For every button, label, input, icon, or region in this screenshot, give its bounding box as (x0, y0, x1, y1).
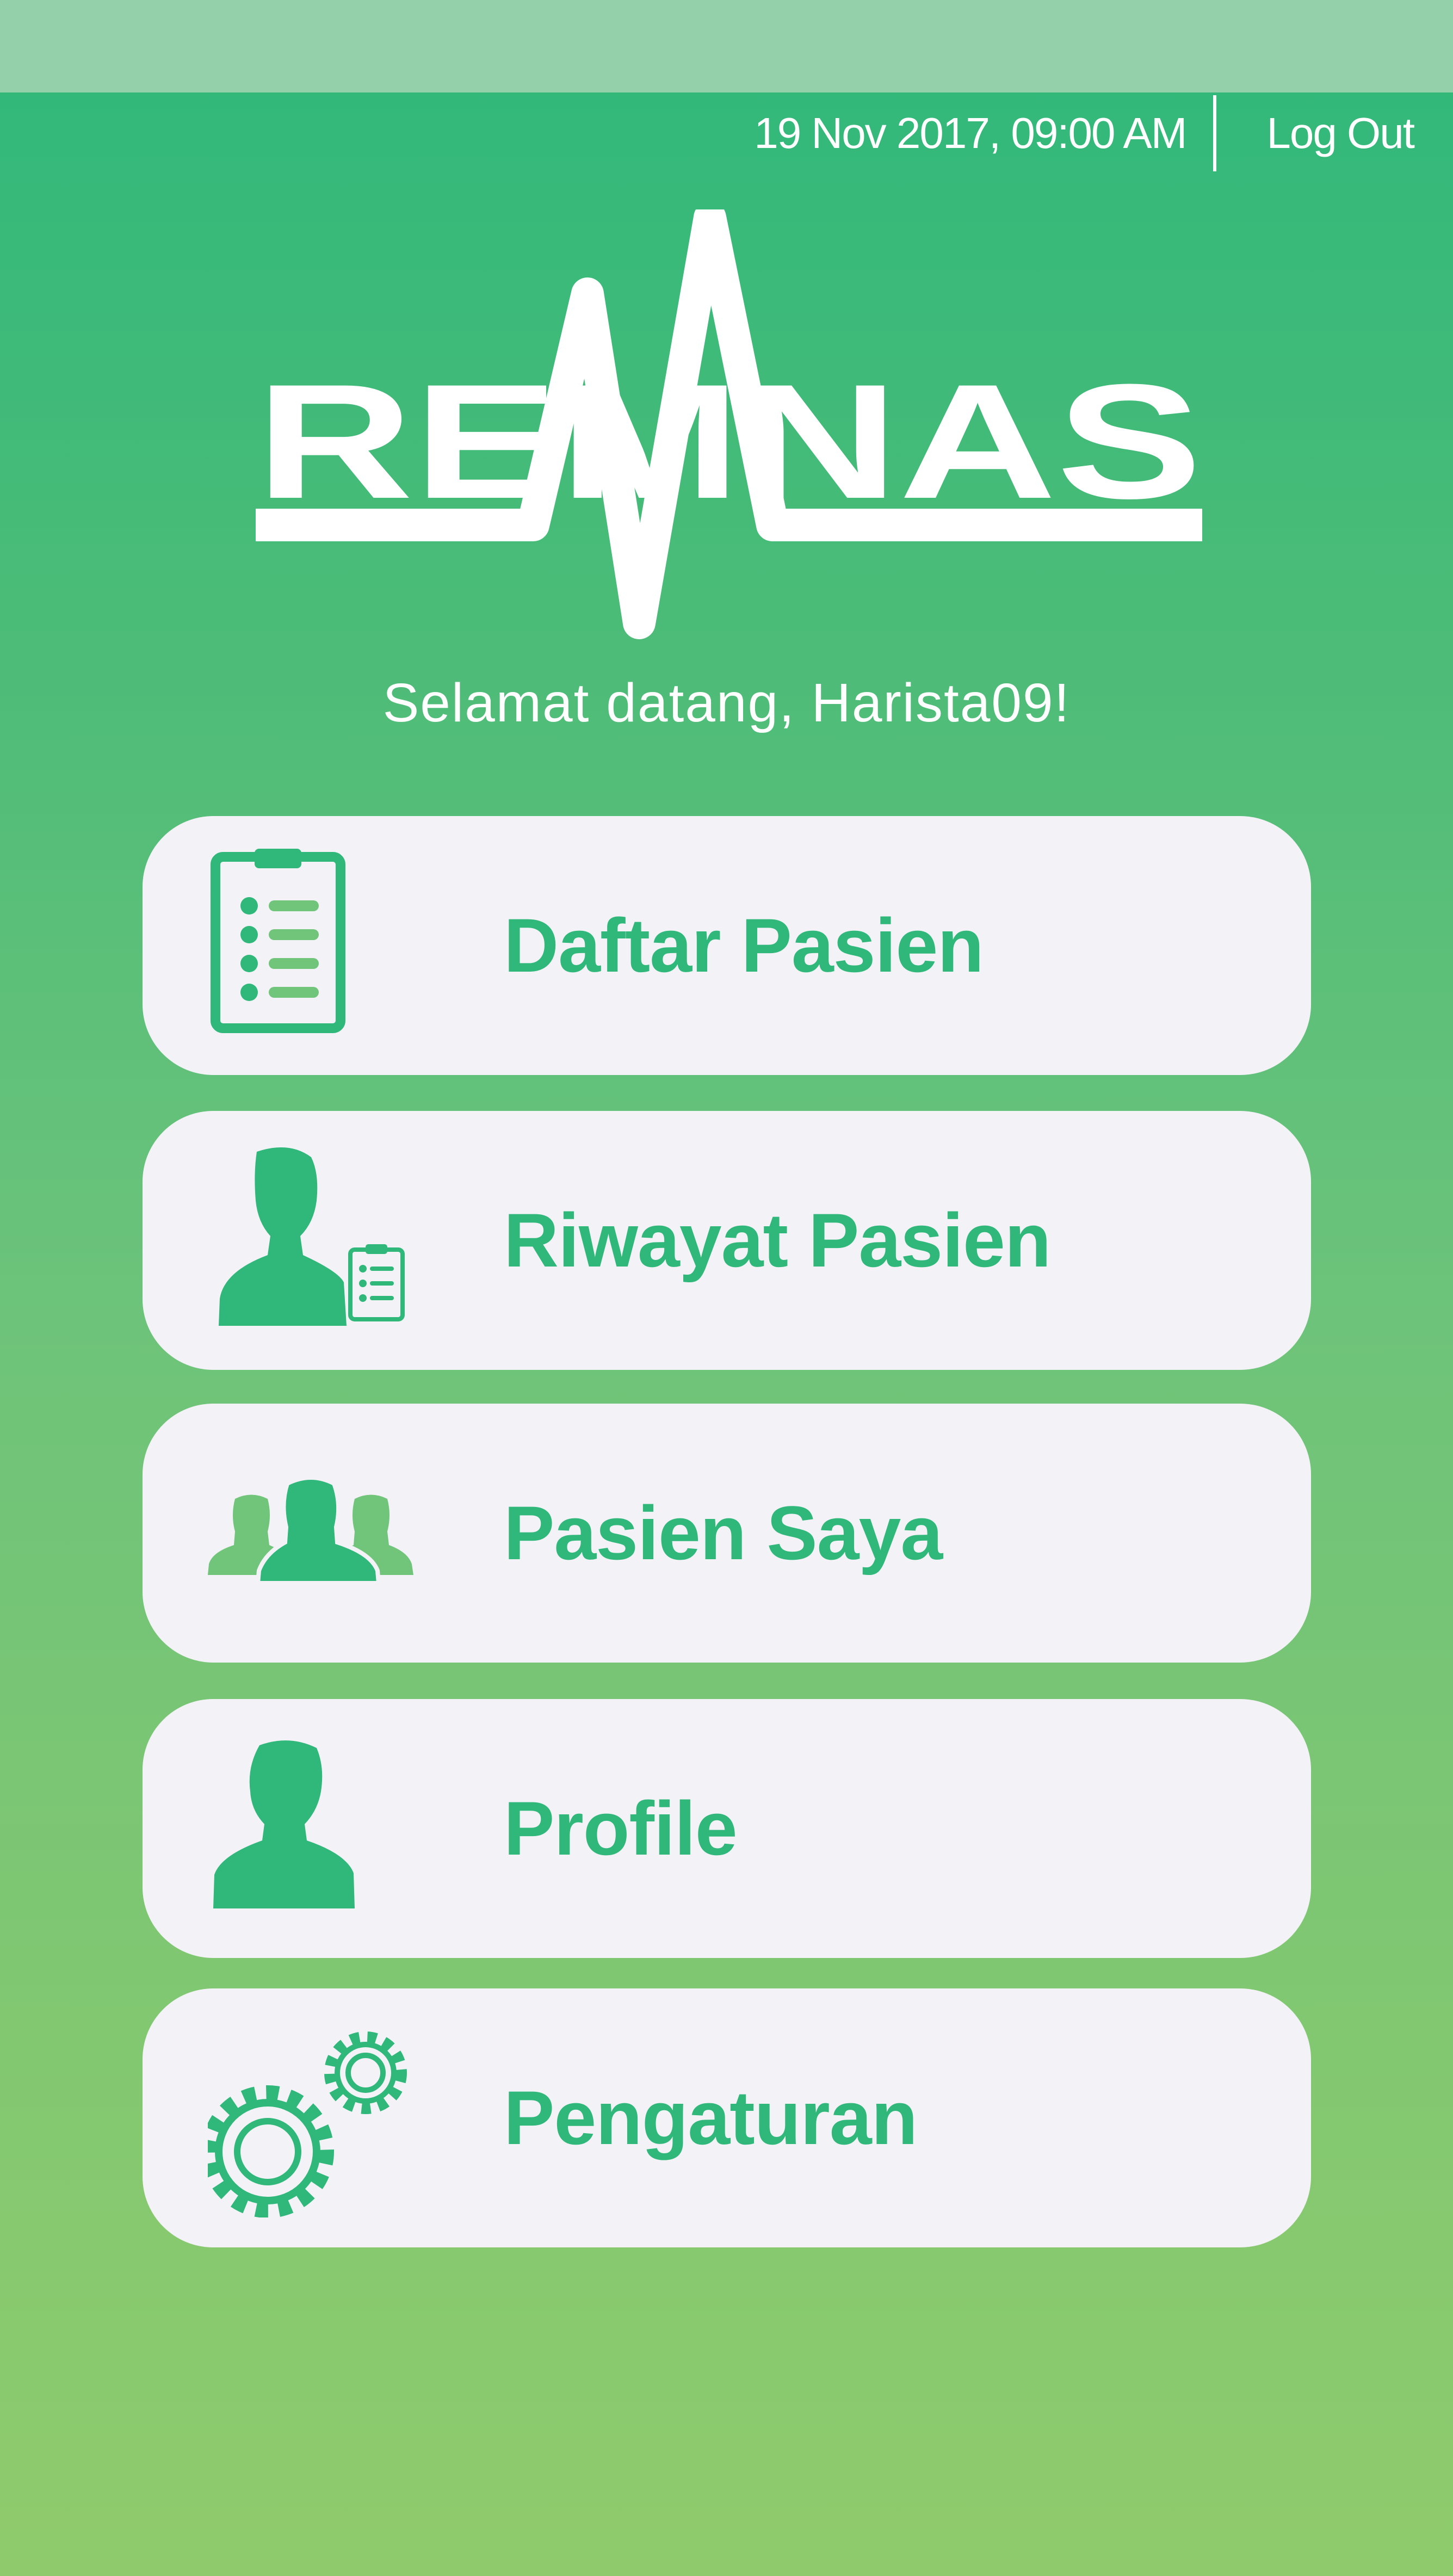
patient-group-icon (208, 1434, 415, 1633)
menu-pengaturan[interactable]: Pengaturan (143, 1988, 1311, 2247)
patient-history-icon (208, 1141, 415, 1340)
datetime-label: 19 Nov 2017, 09:00 AM (754, 109, 1187, 157)
menu-label: Riwayat Pasien (504, 1197, 1051, 1283)
menu-daftar-pasien[interactable]: Daftar Pasien (143, 816, 1311, 1075)
gears-icon (208, 2018, 415, 2217)
welcome-message: Selamat datang, Harista09! (382, 672, 1071, 733)
remnas-logo: REMNAS (256, 209, 1202, 645)
menu-label: Daftar Pasien (504, 903, 984, 988)
user-icon (208, 1729, 415, 1928)
clipboard-list-icon (208, 846, 415, 1045)
top-bar: 19 Nov 2017, 09:00 AM Log Out (637, 95, 1453, 171)
menu-label: Profile (504, 1786, 738, 1871)
logout-button[interactable]: Log Out (1216, 108, 1453, 158)
menu-label: Pasien Saya (504, 1490, 943, 1576)
menu-profile[interactable]: Profile (143, 1699, 1311, 1958)
menu-pasien-saya[interactable]: Pasien Saya (143, 1404, 1311, 1663)
menu-riwayat-pasien[interactable]: Riwayat Pasien (143, 1111, 1311, 1370)
menu-label: Pengaturan (504, 2075, 918, 2160)
status-bar (0, 0, 1453, 92)
